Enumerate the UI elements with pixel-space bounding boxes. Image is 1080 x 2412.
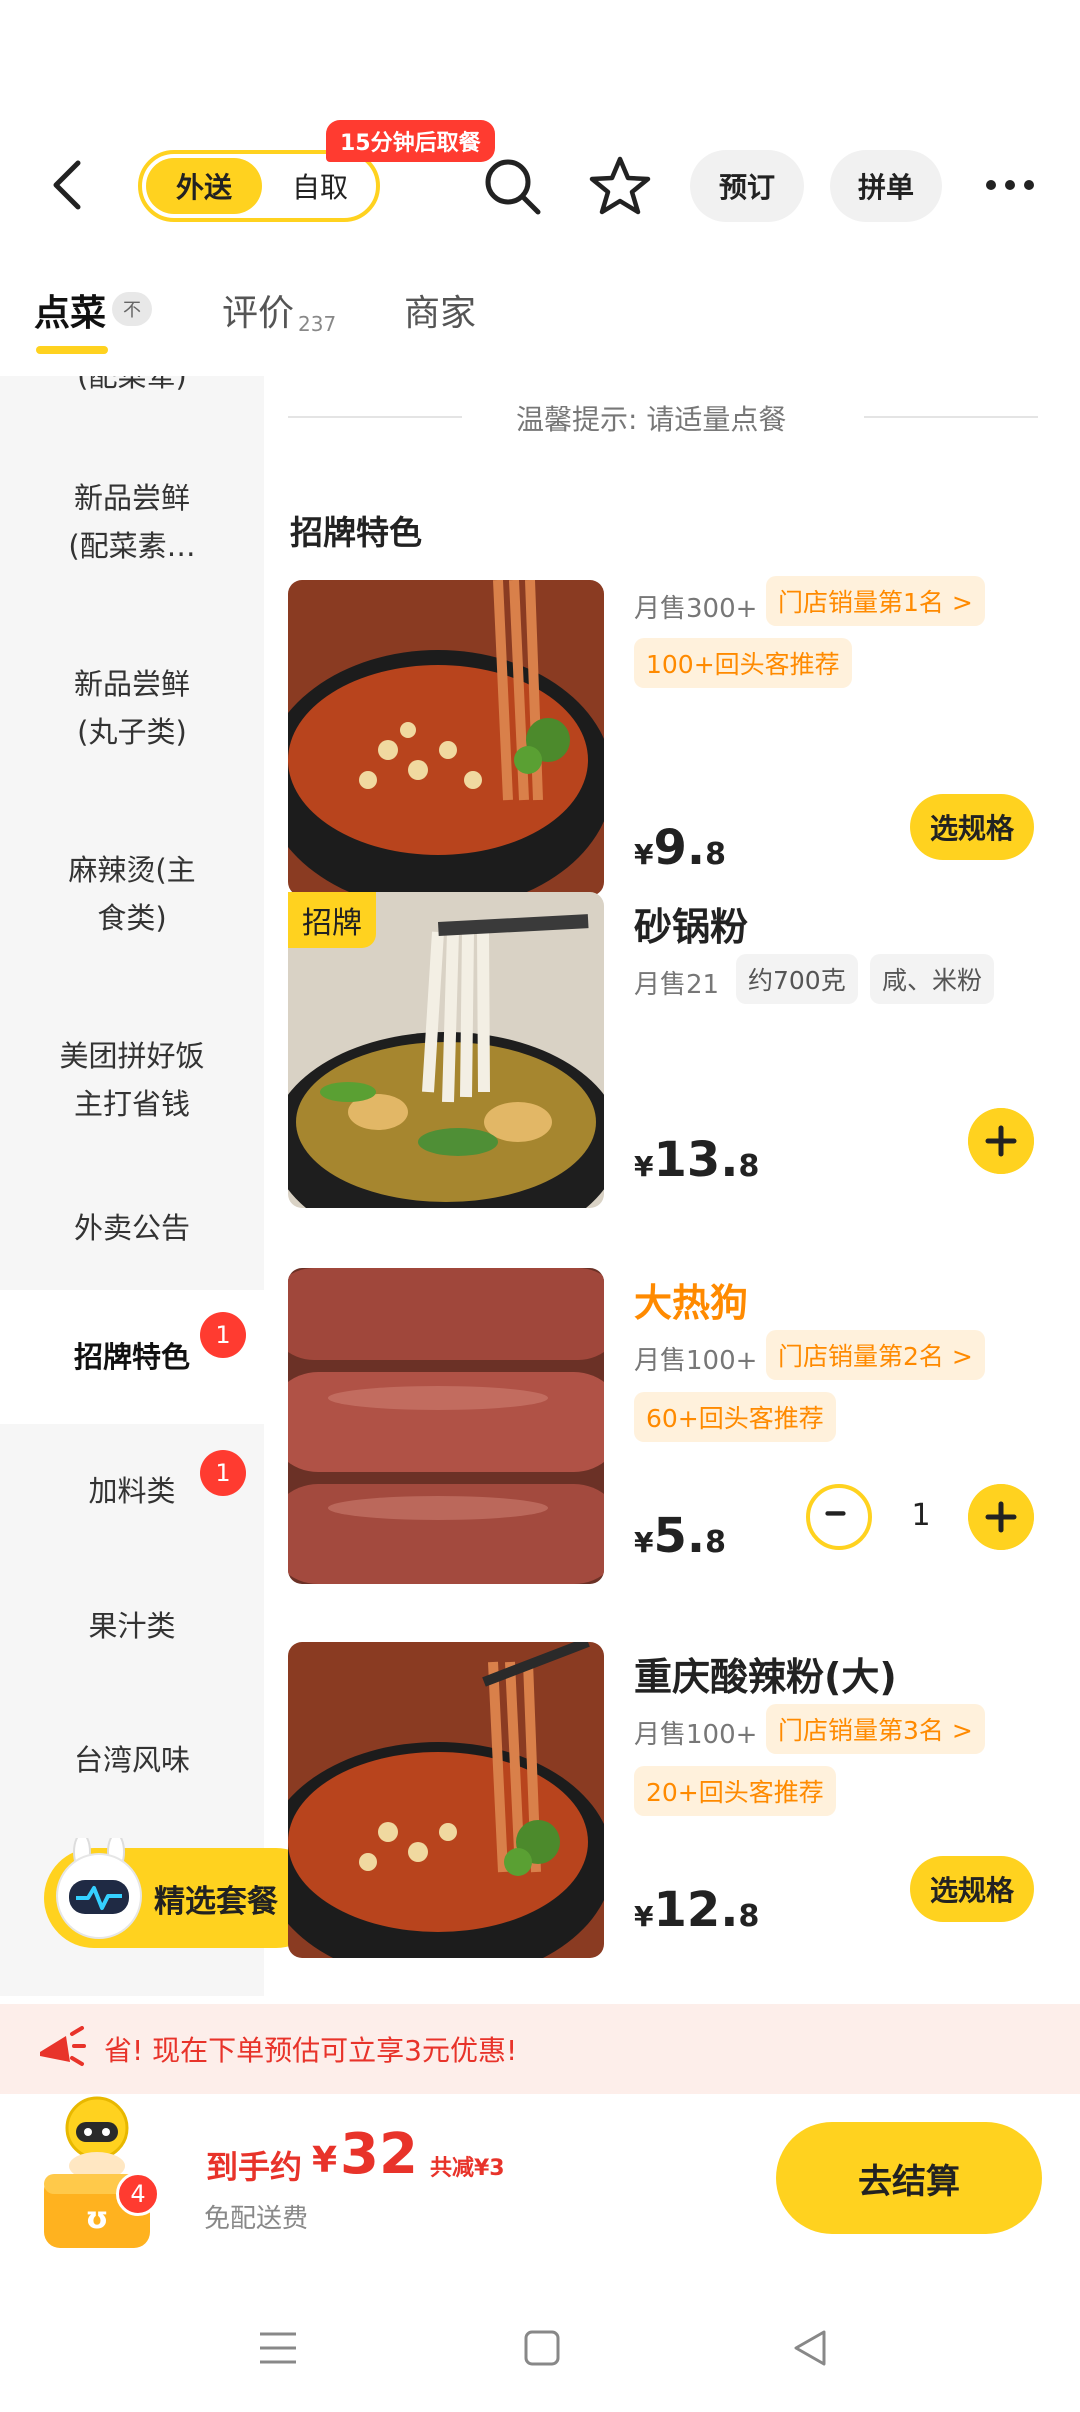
sales-rank-chip[interactable]: 门店销量第1名 > (766, 576, 985, 626)
dish-name: 大热狗 (634, 1281, 749, 1325)
dish-price: ¥12.8 (634, 1882, 760, 1938)
group-order-button[interactable]: 拼单 (830, 150, 942, 222)
sales-rank-chip[interactable]: 门店销量第3名 > (766, 1704, 985, 1754)
system-nav-bar (0, 2290, 1080, 2412)
back-arrow-icon[interactable] (40, 155, 100, 215)
dish-card[interactable]: 大热狗 月售100+ 门店销量第2名 > 60+回头客推荐 ¥5.8 1 (288, 1268, 1064, 1584)
combo-label: 精选套餐 (154, 1883, 278, 1920)
choose-spec-button[interactable]: 选规格 (910, 794, 1034, 860)
sidebar-item-juice[interactable]: 果汁类 (0, 1586, 264, 1666)
total-amount: 32 (340, 2122, 418, 2187)
discount-promo-bar[interactable]: 省! 现在下单预估可立享3元优惠! (0, 2004, 1080, 2094)
monthly-sales: 月售100+ (634, 1346, 758, 1376)
checkout-bar: ʊ 4 到手约 ¥ 32 共减¥3 免配送费 去结算 (0, 2094, 1080, 2274)
pickup-time-badge: 15分钟后取餐 (326, 120, 495, 162)
top-bar: 外送 自取 15分钟后取餐 预订 拼单 (0, 120, 1080, 240)
total-currency: ¥ (312, 2140, 338, 2181)
signature-tag: 招牌 (288, 892, 376, 948)
section-title: 招牌特色 (290, 513, 422, 552)
reserve-button[interactable]: 预订 (690, 150, 804, 222)
dish-price: ¥9.8 (634, 820, 726, 876)
dish-name: 砂锅粉 (634, 905, 749, 949)
dish-name: 重庆酸辣粉(大) (634, 1655, 897, 1699)
order-tip: 温馨提示: 请适量点餐 (516, 403, 787, 436)
featured-combo-button[interactable]: 精选套餐 (44, 1838, 326, 1948)
sidebar-item-meat-sides[interactable]: (配菜荤) (0, 376, 264, 400)
search-icon[interactable] (480, 154, 544, 218)
sidebar-item-malatang[interactable]: 麻辣烫(主 食类) (0, 846, 264, 946)
svg-text:ʊ: ʊ (85, 2201, 108, 2236)
monthly-sales: 月售21 (634, 970, 720, 1000)
repeat-customer-chip: 60+回头客推荐 (634, 1392, 836, 1442)
taste-chip: 咸、米粉 (870, 954, 995, 1004)
dish-price: ¥5.8 (634, 1508, 726, 1564)
mode-pickup[interactable]: 自取 (270, 158, 370, 214)
active-tab-indicator (36, 346, 108, 354)
quantity-value: 1 (911, 1498, 931, 1533)
dish-image-chongqing-noodles[interactable] (288, 1642, 604, 1958)
choose-spec-button[interactable]: 选规格 (910, 1856, 1034, 1922)
repeat-customer-chip: 20+回头客推荐 (634, 1766, 836, 1816)
megaphone-icon (40, 2026, 86, 2066)
home-square-icon[interactable] (512, 2318, 572, 2378)
divider (864, 416, 1038, 418)
category-sidebar: (配菜荤) 新品尝鲜 (配菜素… 新品尝鲜 (丸子类) 麻辣烫(主 食类) 美团… (0, 376, 264, 1996)
star-icon[interactable] (588, 154, 652, 218)
tab-dishes[interactable]: 点菜 (34, 284, 106, 336)
plus-icon[interactable] (968, 1484, 1034, 1550)
sidebar-badge: 1 (200, 1450, 246, 1496)
minus-icon[interactable] (806, 1484, 872, 1550)
back-triangle-icon[interactable] (780, 2318, 840, 2378)
more-dots-icon[interactable] (970, 160, 1050, 210)
sidebar-item-new-balls[interactable]: 新品尝鲜 (丸子类) (0, 660, 264, 760)
reviews-count: 237 (298, 312, 337, 336)
delivery-fee: 免配送费 (204, 2204, 309, 2234)
divider (288, 416, 462, 418)
dish-card[interactable]: 月售300+ 门店销量第1名 > 100+回头客推荐 ¥9.8 选规格 (288, 576, 1064, 896)
pin-chip[interactable]: 不 (112, 292, 152, 326)
sidebar-item-pinhaofan[interactable]: 美团拼好饭 主打省钱 (0, 1032, 264, 1132)
menu-lines-icon[interactable] (248, 2318, 308, 2378)
sidebar-item-taiwan[interactable]: 台湾风味 (0, 1720, 264, 1800)
dish-image-hot-sour-noodles[interactable] (288, 580, 604, 896)
sidebar-item-signature[interactable]: 招牌特色 1 (0, 1290, 264, 1424)
robot-mascot-icon (56, 1838, 142, 1939)
promo-text: 省! 现在下单预估可立享3元优惠! (104, 2034, 518, 2067)
sidebar-item-toppings[interactable]: 加料类 1 (0, 1424, 264, 1558)
cart-count-badge: 4 (116, 2172, 160, 2216)
dish-price: ¥13.8 (634, 1132, 760, 1188)
plus-icon[interactable] (968, 1108, 1034, 1174)
monthly-sales: 月售300+ (634, 594, 758, 624)
monthly-sales: 月售100+ (634, 1720, 758, 1750)
sidebar-item-notice[interactable]: 外卖公告 (0, 1166, 264, 1290)
sales-rank-chip[interactable]: 门店销量第2名 > (766, 1330, 985, 1380)
mode-delivery[interactable]: 外送 (146, 158, 262, 214)
checkout-button[interactable]: 去结算 (776, 2122, 1042, 2234)
total-discount: 共减¥3 (430, 2156, 505, 2181)
repeat-customer-chip: 100+回头客推荐 (634, 638, 852, 688)
dish-card[interactable]: 重庆酸辣粉(大) 月售100+ 门店销量第3名 > 20+回头客推荐 ¥12.8… (288, 1642, 1064, 1958)
dish-image-hot-dog[interactable] (288, 1268, 604, 1584)
tab-merchant[interactable]: 商家 (404, 284, 476, 336)
weight-chip: 约700克 (736, 954, 858, 1004)
sidebar-item-new-veg[interactable]: 新品尝鲜 (配菜素… (0, 474, 264, 574)
dish-card[interactable]: 招牌 砂锅粉 月售21 约700克 咸、米粉 ¥13.8 (288, 892, 1064, 1208)
tab-reviews[interactable]: 评价 (222, 284, 294, 336)
total-label: 到手约 (206, 2148, 303, 2186)
store-tabs: 点菜 不 评价 237 商家 (0, 270, 1080, 370)
sidebar-badge: 1 (200, 1312, 246, 1358)
